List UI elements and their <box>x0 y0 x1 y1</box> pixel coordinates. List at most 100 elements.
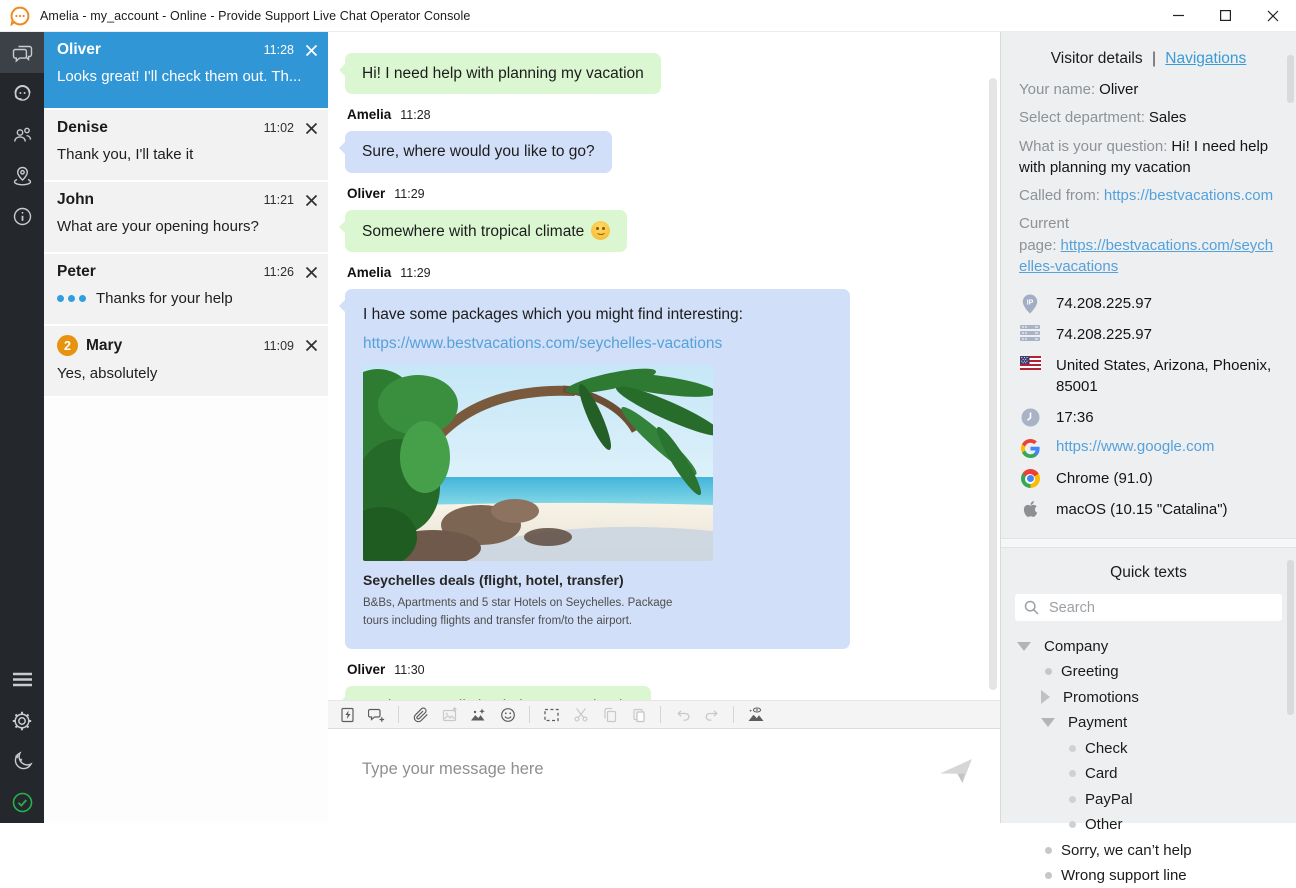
google-icon <box>1019 438 1041 458</box>
quick-text-item-wrong-support-line[interactable]: Wrong support line <box>1015 863 1282 888</box>
chat-list-item-denise[interactable]: Denise 11:02 Thank you, I'll take it <box>44 110 328 182</box>
menu-button[interactable] <box>0 659 44 700</box>
collapse-triangle-icon[interactable] <box>1041 718 1055 727</box>
send-message-icon[interactable] <box>938 755 974 787</box>
chat-time: 11:02 <box>264 121 294 135</box>
ip-address-row: IP 74.208.225.97 <box>1019 293 1278 314</box>
quick-texts-search[interactable] <box>1015 594 1282 621</box>
search-icon <box>1024 600 1039 615</box>
quick-text-item-other[interactable]: Other <box>1015 812 1282 838</box>
tab-separator: | <box>1152 50 1156 67</box>
quick-text-item-card[interactable]: Card <box>1015 761 1282 787</box>
message-composer <box>328 729 1000 823</box>
browser-row: Chrome (91.0) <box>1019 468 1278 489</box>
paste-icon[interactable] <box>628 704 649 725</box>
emoticon-icon[interactable] <box>497 704 518 725</box>
vacation-package-link[interactable]: https://www.bestvacations.com/seychelles… <box>363 334 832 353</box>
visitor-name-field: Your name:Oliver <box>1019 79 1278 100</box>
quick-text-item-check[interactable]: Check <box>1015 735 1282 761</box>
visitor-message: Somewhere with tropical climate <box>345 210 627 252</box>
close-chat-icon[interactable] <box>305 194 318 207</box>
chat-time: 11:09 <box>264 339 294 353</box>
search-input[interactable] <box>1047 599 1273 617</box>
called-from-field: Called from:https://bestvacations.com <box>1019 185 1278 206</box>
quick-text-item-greeting[interactable]: Greeting <box>1015 659 1282 685</box>
close-chat-icon[interactable] <box>305 339 318 352</box>
edit-image-icon[interactable] <box>468 704 489 725</box>
quick-text-item-paypal[interactable]: PayPal <box>1015 786 1282 812</box>
location-row: United States, Arizona, Phoenix, 85001 <box>1019 355 1278 397</box>
chats-tab[interactable] <box>0 32 44 73</box>
undo-icon[interactable] <box>672 704 693 725</box>
cut-icon[interactable] <box>570 704 591 725</box>
redo-icon[interactable] <box>701 704 722 725</box>
message-meta: Amelia11:28 <box>347 107 986 122</box>
chat-time: 11:26 <box>264 265 294 279</box>
chat-scrollbar[interactable] <box>989 78 997 690</box>
chrome-icon <box>1019 468 1041 488</box>
settings-button[interactable] <box>0 700 44 741</box>
visitor-message: Looks great! I'll check them out. Thanks <box>345 686 651 701</box>
referrer-row: https://www.google.com <box>1019 438 1278 458</box>
chat-list: Oliver 11:28 Looks great! I'll check the… <box>44 32 328 823</box>
bullet-icon <box>1069 821 1076 828</box>
chats-icon <box>11 41 34 64</box>
toolbar-separator <box>733 706 734 723</box>
minimize-button[interactable] <box>1155 0 1202 32</box>
away-mode-button[interactable] <box>0 741 44 782</box>
add-response-icon[interactable] <box>366 704 387 725</box>
os-row: macOS (10.15 "Catalina") <box>1019 499 1278 520</box>
maximize-button[interactable] <box>1202 0 1249 32</box>
message-meta: Oliver11:29 <box>347 186 986 201</box>
quick-text-group-promotions[interactable]: Promotions <box>1015 684 1282 710</box>
operator-tab[interactable] <box>0 73 44 114</box>
quick-texts-heading: Quick texts <box>1015 564 1282 582</box>
seychelles-beach-image[interactable] <box>363 365 832 561</box>
chat-name: Mary <box>86 337 122 355</box>
ip-address-icon: IP <box>1019 293 1041 314</box>
close-button[interactable] <box>1249 0 1296 32</box>
image-preview-icon[interactable] <box>745 704 766 725</box>
bullet-icon <box>1069 796 1076 803</box>
current-page-link[interactable]: https://bestvacations.com/seychelles-vac… <box>1019 237 1273 275</box>
quick-text-item-sorry-we-cant-help[interactable]: Sorry, we can’t help <box>1015 837 1282 863</box>
navigation-rail <box>0 32 44 823</box>
navigations-tab[interactable]: Navigations <box>1165 50 1246 67</box>
details-scrollbar[interactable] <box>1287 55 1294 103</box>
chat-list-item-john[interactable]: John 11:21 What are your opening hours? <box>44 182 328 254</box>
quick-text-group-payment[interactable]: Payment <box>1015 710 1282 736</box>
quick-texts-section: Quick texts Company Greeting Promotions … <box>1001 548 1296 888</box>
chat-name: Denise <box>57 119 108 137</box>
expand-triangle-icon[interactable] <box>1041 690 1050 704</box>
provide-support-logo-icon <box>10 6 30 26</box>
collapse-triangle-icon[interactable] <box>1017 642 1031 651</box>
visitors-tab[interactable] <box>0 114 44 155</box>
attach-file-icon[interactable] <box>410 704 431 725</box>
visitor-message: Hi! I need help with planning my vacatio… <box>345 53 661 94</box>
bullet-icon <box>1069 770 1076 777</box>
chat-list-item-oliver[interactable]: Oliver 11:28 Looks great! I'll check the… <box>44 32 328 110</box>
quick-texts-scrollbar[interactable] <box>1287 560 1294 715</box>
close-chat-icon[interactable] <box>305 44 318 57</box>
canned-response-icon[interactable] <box>337 704 358 725</box>
online-status-icon <box>11 791 34 814</box>
message-input[interactable] <box>328 729 1000 823</box>
chat-time: 11:21 <box>264 193 294 207</box>
message-meta: Amelia11:29 <box>347 265 986 280</box>
close-chat-icon[interactable] <box>305 122 318 135</box>
close-chat-icon[interactable] <box>305 266 318 279</box>
select-area-icon[interactable] <box>541 704 562 725</box>
geo-location-tab[interactable] <box>0 155 44 196</box>
info-tab[interactable] <box>0 196 44 237</box>
called-from-link[interactable]: https://bestvacations.com <box>1104 187 1273 204</box>
copy-icon[interactable] <box>599 704 620 725</box>
online-status-button[interactable] <box>0 782 44 823</box>
upload-image-icon[interactable] <box>439 704 460 725</box>
operator-icon <box>11 82 34 105</box>
us-flag-icon <box>1019 355 1041 370</box>
chat-list-item-mary[interactable]: 2 Mary 11:09 Yes, absolutely <box>44 326 328 398</box>
chat-list-item-peter[interactable]: Peter 11:26 Thanks for your help <box>44 254 328 326</box>
chat-preview: What are your opening hours? <box>57 218 318 235</box>
quick-text-group-company[interactable]: Company <box>1015 633 1282 659</box>
referrer-link[interactable]: https://www.google.com <box>1056 438 1214 455</box>
